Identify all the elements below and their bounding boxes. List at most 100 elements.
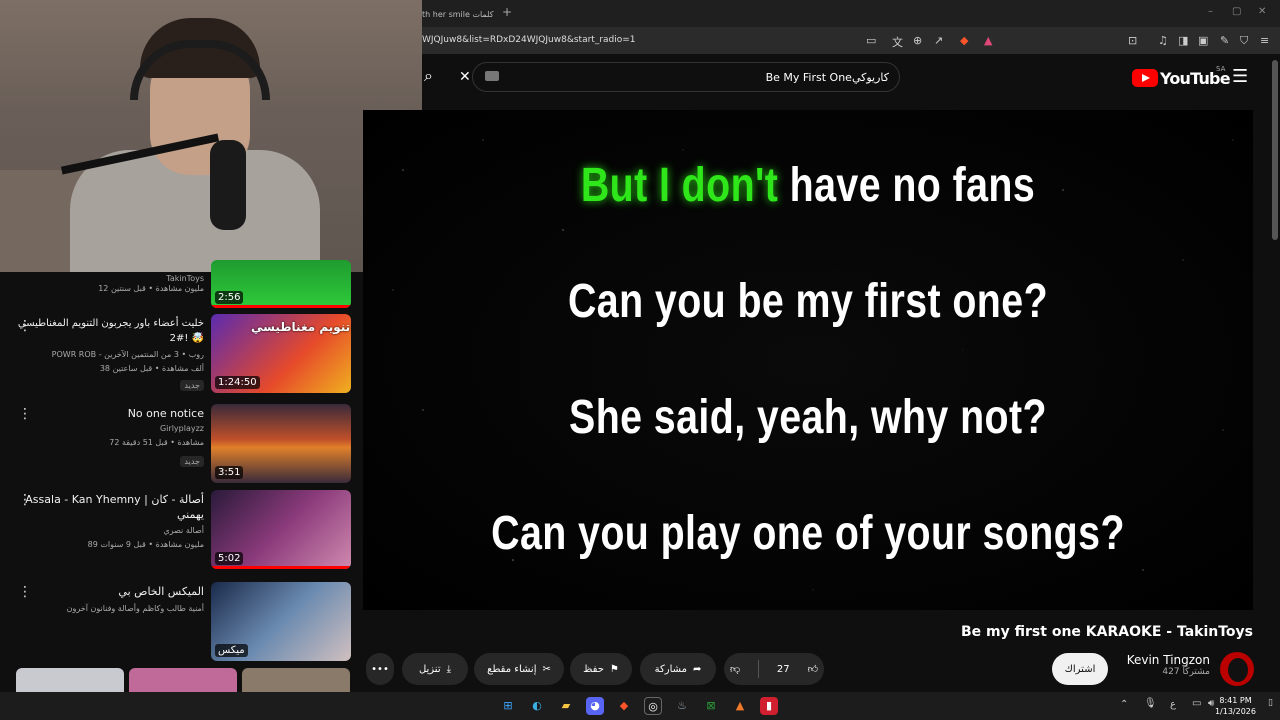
steam-icon[interactable]: ♨ xyxy=(673,697,691,715)
url-text[interactable]: WJQJuw8&list=RDxD24WJQJuw8&start_radio=1 xyxy=(422,35,636,45)
new-tab-button[interactable]: + xyxy=(502,5,512,19)
minimize-icon[interactable]: – xyxy=(1208,6,1213,17)
item-channel[interactable]: POWR ROB - روب • 3 من المنتمين الآخرين xyxy=(4,348,204,362)
share-button[interactable]: مشاركة ➦ xyxy=(640,653,716,685)
obs-icon[interactable]: ◎ xyxy=(644,697,662,715)
address-bar[interactable]: WJQJuw8&list=RDxD24WJQJuw8&start_radio=1… xyxy=(422,27,1280,54)
video-thumbnail[interactable]: تنويم مغناطيسي 1:24:50 xyxy=(211,314,351,393)
edge-icon[interactable]: ◐ xyxy=(528,697,546,715)
dislike-icon[interactable]: 👎︎ xyxy=(730,663,740,675)
list-item[interactable]: TakinToys 12 مليون مشاهدة • قبل سنتين 2:… xyxy=(0,260,362,310)
video-thumbnail[interactable] xyxy=(129,668,237,692)
save-label: حفظ xyxy=(583,663,604,675)
mix-label: ميكس xyxy=(215,644,248,657)
vlc-icon[interactable]: ▲ xyxy=(731,697,749,715)
like-count[interactable]: 27 xyxy=(777,664,790,675)
close-window-icon[interactable]: ✕ xyxy=(1258,6,1266,17)
app-icon[interactable]: ▮ xyxy=(760,697,778,715)
keyboard-icon[interactable] xyxy=(485,71,499,81)
cast-icon[interactable]: ▭ xyxy=(866,34,876,47)
menu-icon[interactable]: ≡ xyxy=(1260,34,1269,47)
translate-icon[interactable]: 文 xyxy=(892,34,903,50)
item-title[interactable]: خليت أعضاء باور يجربون التنويم المغناطيس… xyxy=(14,316,204,346)
video-duration: 2:56 xyxy=(215,291,244,304)
microphone-tray-icon[interactable]: 🎙︎ xyxy=(1144,698,1157,709)
brave-shield-icon[interactable]: ◆ xyxy=(960,34,968,47)
more-horizontal-icon: ••• xyxy=(371,663,389,675)
video-duration: 1:24:50 xyxy=(215,376,260,389)
share-label: مشاركة xyxy=(654,663,687,675)
system-clock[interactable]: 8:41 PM 1/13/2026 xyxy=(1215,695,1256,717)
video-duration: 5:02 xyxy=(215,552,244,565)
extensions-icon[interactable]: ✎ xyxy=(1220,34,1229,47)
item-meta: أمنية طالب وكاظم وأصالة وفنانون آخرون xyxy=(66,604,204,613)
item-channel[interactable]: Girlyplayzz xyxy=(4,422,204,436)
brave-icon[interactable]: ◆ xyxy=(615,697,633,715)
scrollbar-thumb[interactable] xyxy=(1272,60,1278,240)
list-item[interactable]: ⋮ الميكس الخاص بي أمنية طالب وكاظم وأصال… xyxy=(0,582,362,664)
watch-progress xyxy=(211,305,351,308)
lyric-highlight: But I don't xyxy=(580,159,779,212)
search-query[interactable]: Be My First Oneكاريوكي xyxy=(766,71,889,84)
tray-chevron-icon[interactable]: ⌃ xyxy=(1120,699,1128,710)
video-thumbnail[interactable]: ميكس xyxy=(211,582,351,661)
language-indicator[interactable]: ع xyxy=(1170,699,1176,710)
item-title[interactable]: No one notice xyxy=(14,406,204,421)
windows-start-icon[interactable]: ⊞ xyxy=(499,697,517,715)
hamburger-menu-icon[interactable]: ☰ xyxy=(1232,66,1248,87)
webcam-overlay xyxy=(0,0,422,272)
save-button[interactable]: حفظ ⚑ xyxy=(570,653,632,685)
lyric-line-2: Can you be my first one? xyxy=(567,275,1049,328)
video-thumbnail[interactable] xyxy=(16,668,124,692)
channel-name[interactable]: Kevin Tingzon xyxy=(1127,653,1210,667)
search-icon[interactable]: ⌕ xyxy=(424,66,433,86)
wallet-icon[interactable]: ▣ xyxy=(1198,34,1208,47)
channel-info[interactable]: Kevin Tingzon 427 مشتركًا xyxy=(1127,653,1210,677)
share-page-icon[interactable]: ↗ xyxy=(934,34,943,47)
volume-icon[interactable]: 🔊︎ xyxy=(1208,698,1214,709)
video-thumbnail[interactable]: 2:56 xyxy=(211,260,351,308)
vpn-icon[interactable]: ⛉ xyxy=(1240,34,1248,48)
clip-button[interactable]: إنشاء مقطع ✂ xyxy=(474,653,564,685)
zoom-icon[interactable]: ⊕ xyxy=(913,34,922,47)
subscribe-button[interactable]: اشتراك xyxy=(1052,653,1108,685)
like-dislike-group: 👎︎ 27 👍︎ xyxy=(724,653,824,685)
watch-progress xyxy=(211,566,351,569)
music-icon[interactable]: ♫ xyxy=(1158,34,1168,47)
maximize-icon[interactable]: ▢ xyxy=(1232,6,1241,17)
search-input[interactable]: ✕ Be My First Oneكاريوكي xyxy=(459,62,900,92)
more-actions-button[interactable]: ••• xyxy=(366,653,394,685)
video-thumbnail[interactable]: 5:02 xyxy=(211,490,351,569)
download-button[interactable]: تنزيل ⤓ xyxy=(402,653,468,685)
download-label: تنزيل xyxy=(418,663,441,675)
screenshot-icon[interactable]: ⊡ xyxy=(1128,34,1137,47)
clear-search-icon[interactable]: ✕ xyxy=(459,69,471,85)
clip-label: إنشاء مقطع xyxy=(487,663,537,675)
video-player[interactable]: But I don't have no fans Can you be my f… xyxy=(363,110,1253,610)
video-thumbnail[interactable]: 3:51 xyxy=(211,404,351,483)
file-explorer-icon[interactable]: ▰ xyxy=(557,697,575,715)
item-title[interactable]: Assala - Kan Yhemny | أصالة - كان يهمني xyxy=(14,492,204,522)
item-meta: 89 مليون مشاهدة • قبل 9 سنوات xyxy=(87,540,204,549)
item-title[interactable]: الميكس الخاص بي xyxy=(14,584,204,599)
network-icon[interactable]: ▭ xyxy=(1192,698,1201,709)
browser-tab-bar: th her smile كلمات + – ▢ ✕ xyxy=(422,0,1280,27)
microphone-icon xyxy=(210,140,246,230)
channel-avatar[interactable] xyxy=(1220,652,1254,686)
like-icon[interactable]: 👍︎ xyxy=(808,663,818,675)
list-item[interactable]: ⋮ No one notice Girlyplayzz 72 مشاهدة • … xyxy=(0,404,362,486)
xbox-icon[interactable]: ⊠ xyxy=(702,697,720,715)
youtube-logo[interactable]: YouTube SA xyxy=(1132,65,1231,89)
item-channel[interactable]: أصالة نصري xyxy=(4,524,204,538)
list-item[interactable]: ⋮ Assala - Kan Yhemny | أصالة - كان يهمن… xyxy=(0,490,362,572)
sidebar-icon[interactable]: ◨ xyxy=(1178,34,1188,47)
video-thumbnail[interactable] xyxy=(242,668,350,692)
share-icon: ➦ xyxy=(692,663,702,675)
list-item[interactable]: ⋮ خليت أعضاء باور يجربون التنويم المغناط… xyxy=(0,314,362,396)
notification-icon[interactable]: ▯ xyxy=(1268,698,1273,708)
discord-icon[interactable]: ◕ xyxy=(586,697,604,715)
lyric-line-1: But I don't have no fans xyxy=(443,158,1173,213)
download-icon: ⤓ xyxy=(446,663,452,675)
rewards-icon[interactable]: ▲ xyxy=(984,34,992,47)
youtube-play-icon xyxy=(1132,69,1158,87)
